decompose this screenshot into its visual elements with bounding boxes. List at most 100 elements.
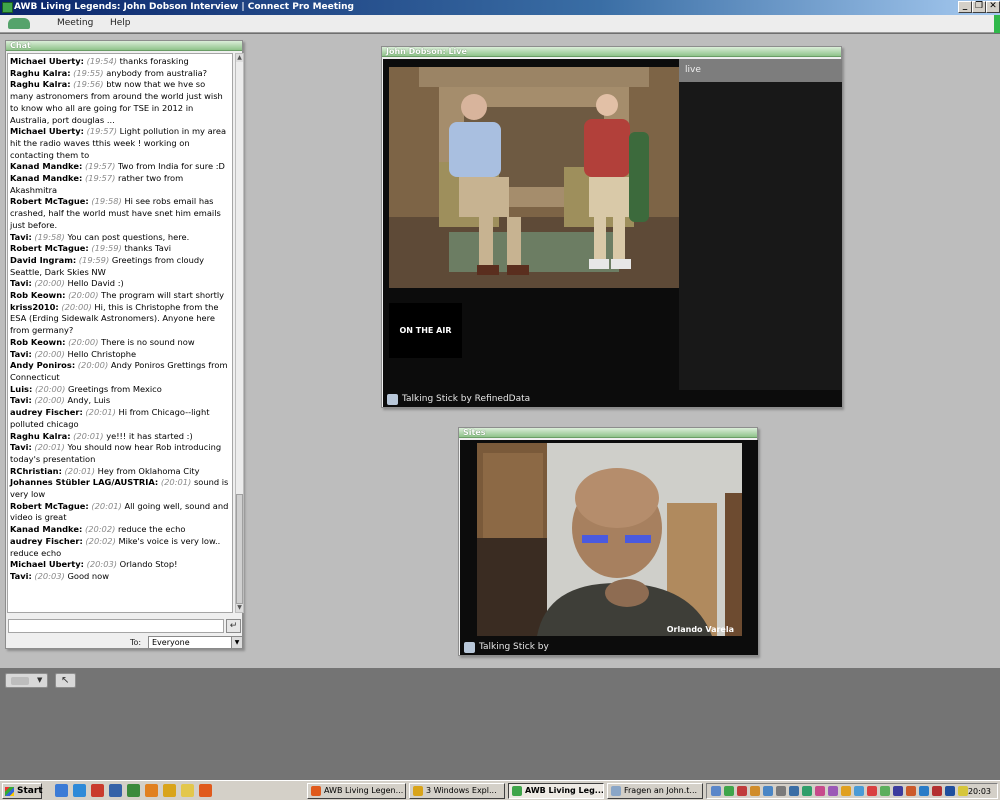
on-air-badge: ON THE AIR bbox=[389, 303, 462, 358]
recipient-select[interactable]: Everyone ▼ bbox=[148, 636, 243, 649]
chat-timestamp: (19:57) bbox=[84, 173, 116, 184]
tray-search-icon[interactable] bbox=[763, 786, 773, 796]
live-video-pod: John Dobson: Live live ON THE AIR Talkin… bbox=[381, 46, 842, 408]
word-icon[interactable] bbox=[109, 784, 122, 797]
excel-icon[interactable] bbox=[127, 784, 140, 797]
chat-message-input[interactable] bbox=[8, 619, 224, 633]
chat-scrollbar[interactable]: ▲ ▼ bbox=[235, 53, 244, 613]
chat-sender: Kanad Mandke: bbox=[10, 173, 83, 184]
chat-timestamp: (20:00) bbox=[77, 360, 109, 371]
status-button[interactable]: ▼ bbox=[5, 673, 48, 688]
window-title-bar: AWB Living Legends: John Dobson Intervie… bbox=[0, 0, 1000, 15]
chat-sender: Johannes Stübler LAG/AUSTRIA: bbox=[10, 477, 159, 488]
bottom-control-area: ▼ ↖ bbox=[0, 668, 1000, 780]
chat-message: Raghu Kalra: (19:55) anybody from austra… bbox=[10, 68, 230, 80]
tray-alert-icon[interactable] bbox=[737, 786, 747, 796]
tray-clock-icon[interactable] bbox=[776, 786, 786, 796]
chat-text: Two from India for sure :D bbox=[117, 161, 225, 172]
tray-shield-icon[interactable] bbox=[958, 786, 968, 796]
outlook-icon[interactable] bbox=[145, 784, 158, 797]
chat-timestamp: (19:54) bbox=[86, 56, 118, 66]
menu-meeting[interactable]: Meeting bbox=[57, 18, 93, 28]
tray-battery-icon[interactable] bbox=[880, 786, 890, 796]
chat-sender: Rob Keown: bbox=[10, 336, 66, 347]
chat-timestamp: (20:01) bbox=[64, 465, 95, 476]
chat-timestamp: (20:01) bbox=[160, 477, 192, 488]
task-fragen-an-john[interactable]: Fragen an John.t... bbox=[607, 783, 703, 799]
tray-antivirus-icon[interactable] bbox=[867, 786, 877, 796]
task-awb-living-legends-1[interactable]: AWB Living Legen... bbox=[307, 783, 406, 799]
chevron-down-icon[interactable]: ▼ bbox=[231, 637, 242, 648]
minimize-button[interactable]: _ bbox=[958, 1, 972, 13]
live-pod-body: live ON THE AIR Talking Stick by Refined… bbox=[383, 59, 842, 407]
chat-timestamp: (20:03) bbox=[86, 559, 118, 570]
chevron-down-icon[interactable]: ▼ bbox=[37, 676, 42, 684]
explorer-icon[interactable] bbox=[73, 784, 86, 797]
tray-settings-icon[interactable] bbox=[789, 786, 799, 796]
recipient-value: Everyone bbox=[152, 638, 190, 647]
chat-timestamp: (20:00) bbox=[68, 336, 99, 347]
close-button[interactable]: ✕ bbox=[986, 1, 1000, 13]
chat-text: You can post questions, here. bbox=[67, 231, 190, 242]
chat-message: Kanad Mandke: (19:57) Two from India for… bbox=[10, 161, 230, 173]
live-label: live bbox=[679, 59, 842, 82]
pdf-icon[interactable] bbox=[91, 784, 104, 797]
scroll-up-icon[interactable]: ▲ bbox=[236, 54, 243, 62]
chat-message: Tavi: (20:00) Hello Christophe bbox=[10, 349, 230, 361]
send-message-button[interactable]: ↵ bbox=[226, 619, 241, 633]
ie-icon[interactable] bbox=[55, 784, 68, 797]
chat-message: Robert McTague: (19:59) thanks Tavi bbox=[10, 243, 230, 255]
sites-video-stream: Orlando Varela bbox=[477, 443, 742, 636]
scroll-down-icon[interactable]: ▼ bbox=[236, 604, 243, 612]
start-button[interactable]: Start bbox=[2, 783, 43, 799]
chat-pod: Chat Michael Uberty: (19:54) thanks fora… bbox=[5, 40, 244, 649]
chat-timestamp: (20:00) bbox=[34, 278, 65, 289]
firefox-icon[interactable] bbox=[199, 784, 212, 797]
tray-bluetooth-icon[interactable] bbox=[854, 786, 864, 796]
tray-wireless-icon[interactable] bbox=[919, 786, 929, 796]
chat-timestamp: (20:00) bbox=[34, 383, 66, 394]
windows-taskbar: Start AWB Living Legen... 3 Windows Expl… bbox=[0, 780, 1000, 800]
tray-messenger-icon[interactable] bbox=[815, 786, 825, 796]
webcam-scene bbox=[477, 443, 742, 636]
live-pod-footer: Talking Stick by RefinedData bbox=[383, 391, 842, 407]
connect-logo-icon bbox=[8, 18, 30, 29]
tray-display-icon[interactable] bbox=[893, 786, 903, 796]
meeting-stage: Chat Michael Uberty: (19:54) thanks fora… bbox=[0, 34, 1000, 668]
pointer-button[interactable]: ↖ bbox=[55, 673, 76, 688]
sites-pod-body: Orlando Varela Talking Stick by bbox=[460, 440, 758, 655]
task-awb-living-legends-active[interactable]: AWB Living Leg... bbox=[508, 783, 604, 799]
chat-message: Robert McTague: (19:58) Hi see robs emai… bbox=[10, 196, 230, 231]
tray-network-icon[interactable] bbox=[711, 786, 721, 796]
chat-message: audrey Fischer: (20:01) Hi from Chicago-… bbox=[10, 407, 230, 430]
scroll-thumb[interactable] bbox=[236, 494, 243, 604]
chat-log[interactable]: Michael Uberty: (19:54) thanks forasking… bbox=[7, 53, 233, 613]
tray-security-icon[interactable] bbox=[828, 786, 838, 796]
chat-sender: Tavi: bbox=[10, 231, 32, 242]
window-title: AWB Living Legends: John Dobson Intervie… bbox=[14, 2, 354, 12]
chat-sender: Andy Poniros: bbox=[10, 360, 76, 371]
chat-timestamp: (19:58) bbox=[91, 196, 122, 207]
task-windows-explorer[interactable]: 3 Windows Expl... bbox=[409, 783, 505, 799]
chat-timestamp: (19:56) bbox=[73, 79, 104, 90]
chat-text: The program will start shortly bbox=[101, 290, 225, 301]
tray-volume-icon[interactable] bbox=[841, 786, 851, 796]
tray-grid-icon[interactable] bbox=[945, 786, 955, 796]
chat-sender: Tavi: bbox=[10, 395, 32, 406]
tray-update-icon[interactable] bbox=[750, 786, 760, 796]
chat-sender: Rob Keown: bbox=[10, 290, 66, 301]
tray-stop-icon[interactable] bbox=[932, 786, 942, 796]
documents-icon[interactable] bbox=[181, 784, 194, 797]
system-tray: 20:03 bbox=[706, 783, 998, 799]
chat-message: Luis: (20:00) Greetings from Mexico bbox=[10, 384, 230, 396]
sites-pod-title: Sites bbox=[459, 428, 757, 438]
task-label: AWB Living Legen... bbox=[324, 786, 404, 795]
chat-sender: Robert McTague: bbox=[10, 196, 89, 207]
tray-globe-icon[interactable] bbox=[802, 786, 812, 796]
chat-pod-title: Chat bbox=[6, 41, 242, 51]
restore-button[interactable]: ❐ bbox=[972, 1, 986, 13]
tray-printer-icon[interactable] bbox=[906, 786, 916, 796]
tray-app-icon[interactable] bbox=[724, 786, 734, 796]
folder-icon[interactable] bbox=[163, 784, 176, 797]
menu-help[interactable]: Help bbox=[110, 18, 131, 28]
